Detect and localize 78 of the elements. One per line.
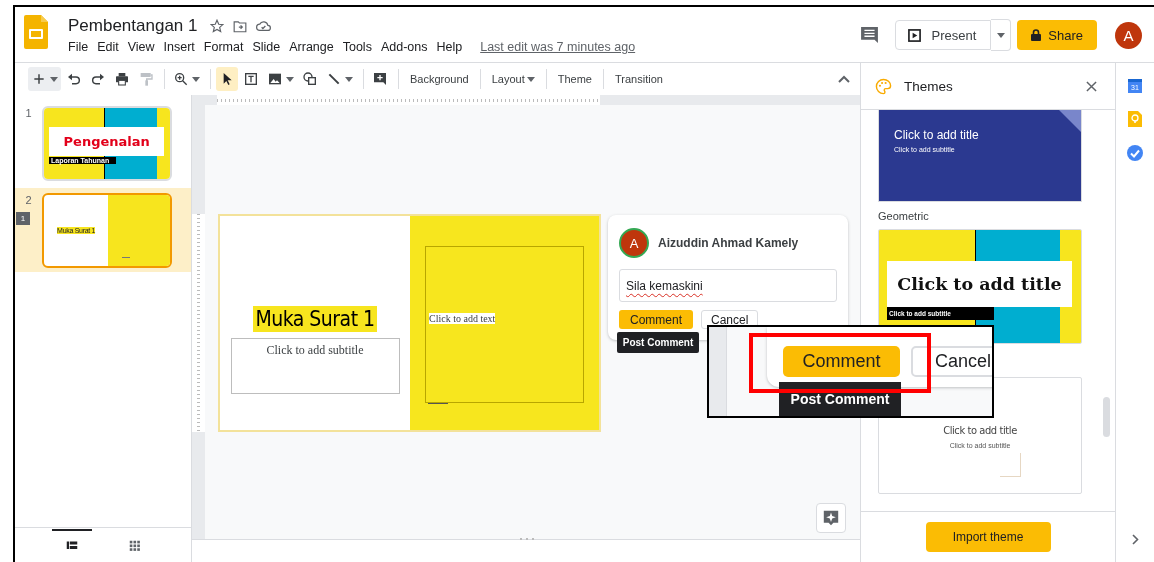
panel-title: Themes — [904, 78, 953, 94]
comment-count-badge: 1 — [16, 212, 30, 225]
menu-item[interactable]: Arrange — [289, 40, 338, 54]
thumbnail-title: Pengenalan — [63, 134, 150, 150]
menu-item[interactable]: Format — [203, 40, 248, 54]
last-edit-link[interactable]: Last edit was 7 minutes ago — [480, 40, 636, 54]
tooltip: Post Comment — [617, 332, 699, 353]
corner-shape — [1059, 110, 1081, 132]
menu-item[interactable]: View — [127, 40, 159, 54]
toolbar-button[interactable]: Theme — [551, 69, 598, 89]
explore-button[interactable] — [816, 503, 846, 534]
text-box[interactable]: Click to add text — [425, 246, 584, 403]
add-tool[interactable] — [28, 67, 61, 91]
theme-name: Geometric — [878, 210, 930, 223]
cursor-tool[interactable] — [216, 67, 238, 91]
sparkle-icon — [823, 510, 839, 527]
zoom-icon — [173, 71, 189, 87]
line-icon — [326, 71, 342, 87]
theme-title-text: Click to add title — [894, 128, 980, 142]
palette-icon — [875, 77, 892, 95]
caret-icon — [996, 32, 1005, 38]
menu-item[interactable]: Tools — [342, 40, 376, 54]
caret-icon — [50, 76, 58, 82]
slide-number: 1 — [25, 107, 32, 119]
comment-input-field[interactable]: Sila kemaskini — [619, 269, 837, 302]
document-title[interactable]: Pembentangan 1 — [68, 16, 198, 36]
theme-title-text: Click to add title — [943, 424, 1017, 437]
redo-icon — [90, 71, 106, 87]
play-icon — [908, 28, 922, 42]
folder-icon[interactable] — [232, 19, 247, 33]
cancel-button[interactable]: Cancel — [911, 346, 992, 377]
lock-icon — [1031, 29, 1042, 41]
slide-title[interactable]: Muka Surat 1 — [253, 306, 377, 332]
comment-button[interactable]: Comment — [783, 346, 900, 377]
present-button[interactable]: Present — [895, 20, 992, 50]
shapes-icon — [302, 71, 318, 87]
menu-item[interactable]: Help — [436, 40, 467, 54]
paint-format-icon — [138, 71, 154, 87]
slide-number: 2 — [25, 194, 32, 206]
caret-icon — [345, 76, 353, 82]
tasks-icon[interactable] — [1127, 145, 1143, 161]
user-avatar: A — [619, 228, 649, 258]
comments-icon[interactable] — [861, 27, 879, 43]
share-button[interactable]: Share — [1017, 20, 1097, 50]
menu-item[interactable]: Slide — [252, 40, 285, 54]
toolbar-button[interactable]: Background — [404, 69, 475, 89]
body-placeholder: Click to add text — [429, 313, 496, 324]
image-icon — [267, 71, 283, 87]
menu-item[interactable]: Add-ons — [380, 40, 432, 54]
caret-icon — [526, 76, 535, 82]
grid-icon — [128, 540, 141, 552]
toolbar-button[interactable]: Transition — [609, 69, 669, 89]
undo-icon — [66, 71, 82, 87]
star-icon[interactable] — [209, 19, 224, 33]
menu-item[interactable]: Insert — [163, 40, 199, 54]
print-icon — [114, 71, 130, 87]
comment-button[interactable]: Comment — [619, 310, 693, 329]
layout-menu[interactable]: Layout — [485, 69, 541, 89]
account-avatar[interactable]: A — [1115, 21, 1142, 49]
close-icon[interactable] — [1086, 80, 1097, 92]
subtitle-placeholder[interactable]: Click to add subtitle — [230, 338, 400, 394]
theme-title: Click to add title — [897, 273, 1062, 294]
corner-line — [1000, 453, 1021, 477]
present-menu-button[interactable] — [991, 19, 1012, 51]
collapse-icon[interactable] — [838, 75, 850, 83]
caret-icon — [192, 76, 200, 82]
author-name: Aizuddin Ahmad Kamely — [658, 236, 799, 250]
add-icon — [31, 71, 47, 87]
scrollbar-thumb[interactable] — [1103, 397, 1110, 437]
menu-item[interactable]: File — [68, 40, 93, 54]
cloud-icon[interactable] — [255, 20, 271, 32]
caret-icon — [286, 76, 294, 82]
expand-icon[interactable] — [1131, 534, 1139, 545]
menu-item[interactable]: Edit — [97, 40, 123, 54]
text-box-icon — [243, 71, 259, 87]
import-theme-button[interactable]: Import theme — [925, 522, 1051, 552]
add-comment-icon — [372, 71, 388, 87]
list-icon — [65, 540, 78, 552]
